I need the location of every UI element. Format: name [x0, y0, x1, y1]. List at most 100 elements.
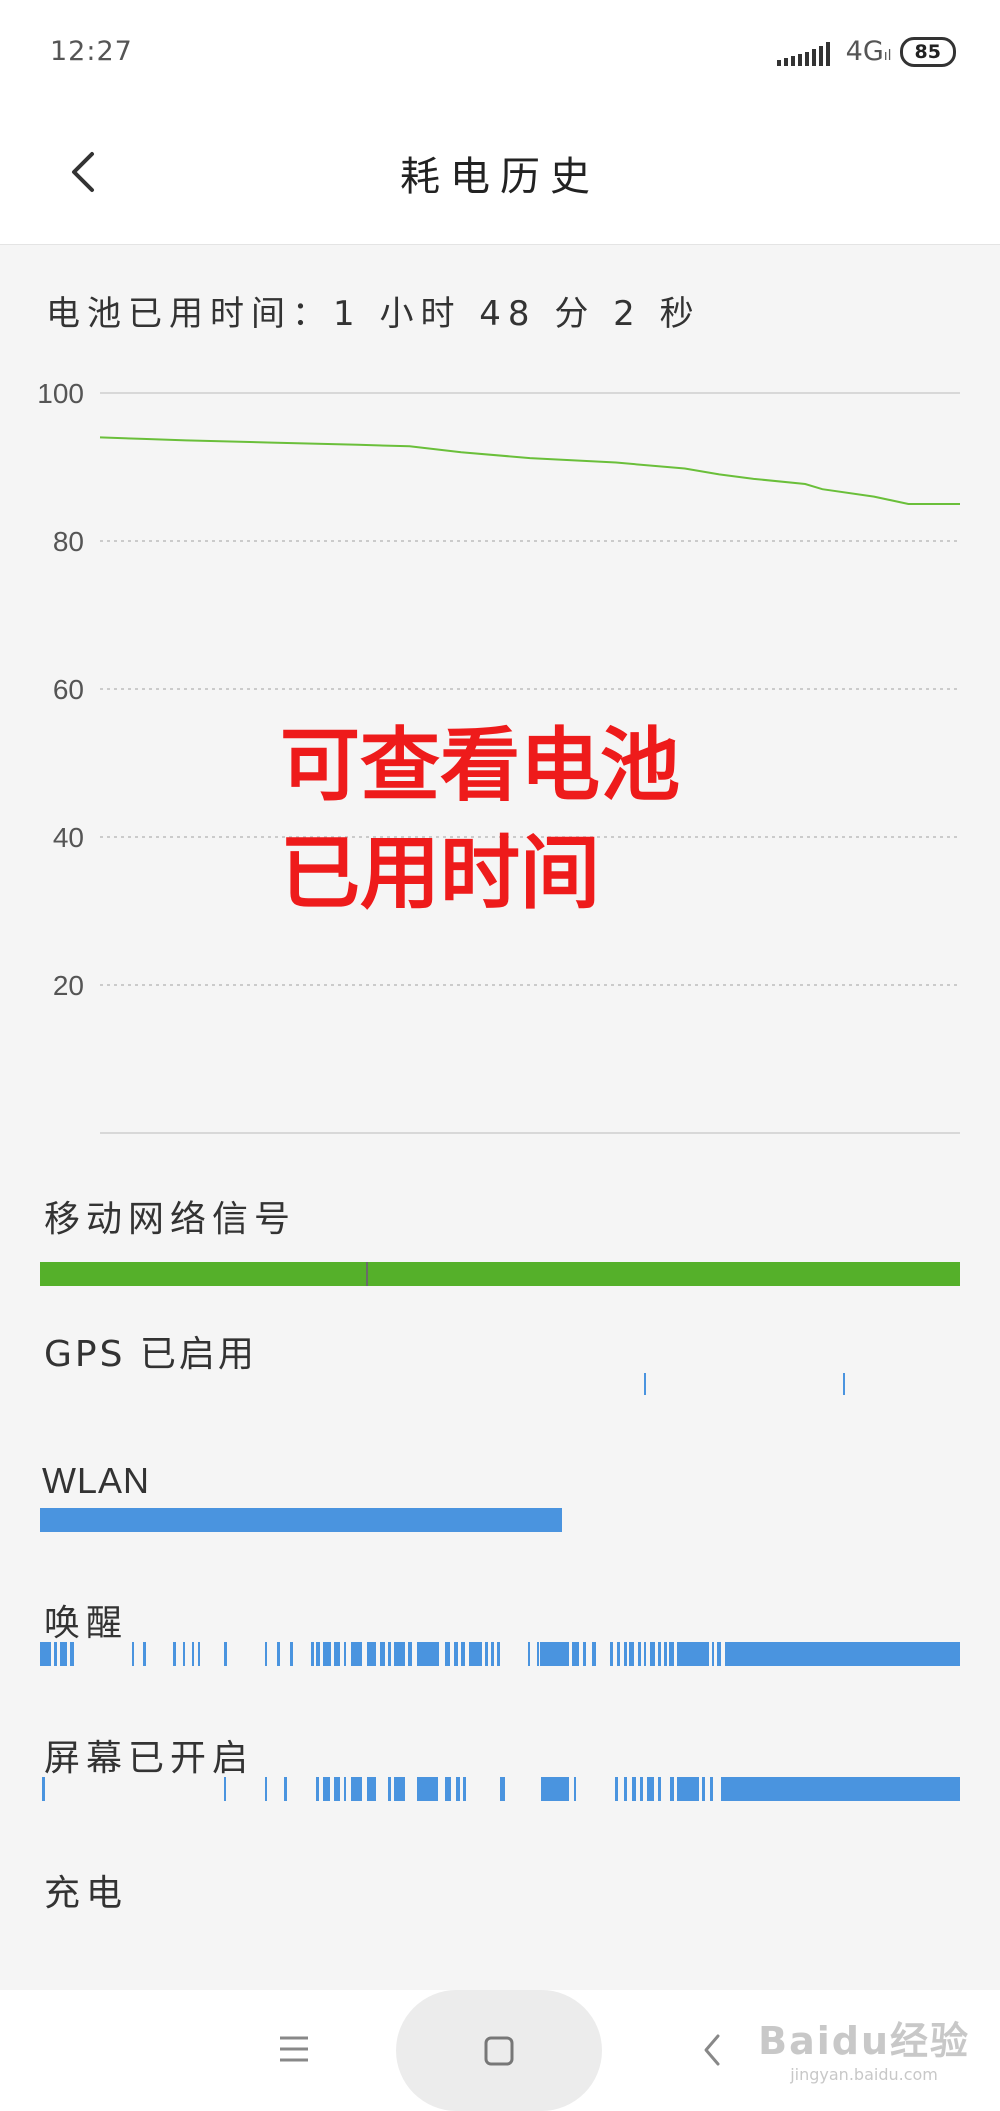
mobile-signal-label: 移动网络信号 — [44, 1199, 297, 1240]
screen-segment — [283, 1777, 287, 1801]
wake-segment — [343, 1642, 347, 1666]
screen-segment — [387, 1777, 392, 1801]
screen-segment — [647, 1777, 654, 1801]
wake-segment — [638, 1642, 641, 1666]
screen-segment — [615, 1777, 618, 1801]
wake-segment — [350, 1642, 362, 1666]
screen-segment — [670, 1777, 674, 1801]
screen-segment — [676, 1777, 699, 1801]
screen-segment — [720, 1777, 960, 1801]
annotation-line-1: 可查看电池 — [280, 719, 680, 812]
screen-segment — [709, 1777, 714, 1801]
home-button[interactable] — [396, 1990, 602, 2111]
wake-segment — [417, 1642, 440, 1666]
wake-segment — [628, 1642, 635, 1666]
gps-segment — [644, 1373, 647, 1395]
screen-segment — [265, 1777, 268, 1801]
mobile-signal-bar — [40, 1262, 960, 1286]
wake-segment — [536, 1642, 539, 1666]
gps-label: GPS 已启用 — [44, 1334, 257, 1375]
wake-segment — [224, 1642, 227, 1666]
status-time: 12:27 — [50, 36, 133, 67]
app-header: 耗电历史 — [0, 110, 1000, 245]
wake-segment — [380, 1642, 385, 1666]
wake-segment — [592, 1642, 596, 1666]
gps-timeline — [40, 1373, 960, 1397]
wake-segment — [60, 1642, 67, 1666]
screen-segment — [631, 1777, 637, 1801]
battery-level: 85 — [914, 40, 941, 63]
wake-segment — [643, 1642, 647, 1666]
screen-segment — [702, 1777, 706, 1801]
screen-segment — [343, 1777, 347, 1801]
wake-segment — [468, 1642, 482, 1666]
screen-segment — [224, 1777, 226, 1801]
signal-strength-icon — [776, 38, 830, 66]
wake-segment — [725, 1642, 960, 1666]
y-tick-label: 40 — [53, 822, 84, 853]
wake-segment — [485, 1642, 489, 1666]
screen-on-label: 屏幕已开启 — [44, 1738, 255, 1779]
wake-segment — [40, 1642, 52, 1666]
screen-segment — [624, 1777, 627, 1801]
battery-usage-time: 电池已用时间：1 小时 48 分 2 秒 — [46, 294, 701, 334]
back-chevron-icon[interactable] — [700, 2032, 724, 2068]
wake-segment — [265, 1642, 268, 1666]
wake-segment — [53, 1642, 58, 1666]
screen-segment — [639, 1777, 643, 1801]
screen-segment — [444, 1777, 452, 1801]
wake-segment — [461, 1642, 466, 1666]
home-square-icon — [484, 2036, 514, 2066]
wake-segment — [290, 1642, 293, 1666]
baidu-watermark: Baidu经验 jingyan.baidu.com — [758, 2010, 970, 2084]
wake-segment — [490, 1642, 494, 1666]
y-tick-label: 80 — [53, 526, 84, 557]
wake-segment — [541, 1642, 569, 1666]
wake-segment — [663, 1642, 667, 1666]
wake-segment — [70, 1642, 75, 1666]
wake-label: 唤醒 — [44, 1603, 129, 1644]
watermark-url: jingyan.baidu.com — [790, 2065, 938, 2084]
wake-segment — [191, 1642, 194, 1666]
screen-segment — [500, 1777, 505, 1801]
wake-segment — [711, 1642, 715, 1666]
screen-on-timeline — [40, 1777, 960, 1801]
wake-segment — [316, 1642, 320, 1666]
wake-segment — [658, 1642, 661, 1666]
screen-segment — [41, 1777, 45, 1801]
wake-segment — [497, 1642, 500, 1666]
wake-segment — [198, 1642, 201, 1666]
wake-segment — [182, 1642, 185, 1666]
y-tick-label: 60 — [53, 674, 84, 705]
wake-segment — [669, 1642, 674, 1666]
screen-segment — [323, 1777, 330, 1801]
charging-label: 充电 — [44, 1873, 129, 1914]
wake-timeline — [40, 1642, 960, 1666]
screen-segment — [573, 1777, 577, 1801]
screen-segment — [316, 1777, 319, 1801]
screen-segment — [658, 1777, 661, 1801]
wake-segment — [311, 1642, 315, 1666]
annotation-line-2: 已用时间 — [280, 827, 600, 920]
y-tick-label: 20 — [53, 970, 84, 1001]
wlan-timeline — [40, 1508, 960, 1532]
wake-segment — [277, 1642, 281, 1666]
battery-icon: 85 — [899, 36, 956, 67]
wake-segment — [610, 1642, 614, 1666]
wake-segment — [649, 1642, 656, 1666]
menu-icon[interactable] — [278, 2034, 310, 2064]
screen-segment — [541, 1777, 569, 1801]
gps-segment — [843, 1373, 846, 1395]
status-bar: 12:27 4Gıl 85 — [0, 0, 1000, 110]
wake-segment — [132, 1642, 134, 1666]
screen-segment — [334, 1777, 340, 1801]
wake-segment — [571, 1642, 580, 1666]
wake-segment — [582, 1642, 587, 1666]
screen-segment — [463, 1777, 466, 1801]
wake-segment — [676, 1642, 709, 1666]
wake-segment — [387, 1642, 392, 1666]
wake-segment — [444, 1642, 451, 1666]
watermark-brand: Baidu经验 — [758, 2019, 970, 2063]
status-icons: 4Gıl 85 — [776, 36, 956, 67]
wake-segment — [454, 1642, 458, 1666]
